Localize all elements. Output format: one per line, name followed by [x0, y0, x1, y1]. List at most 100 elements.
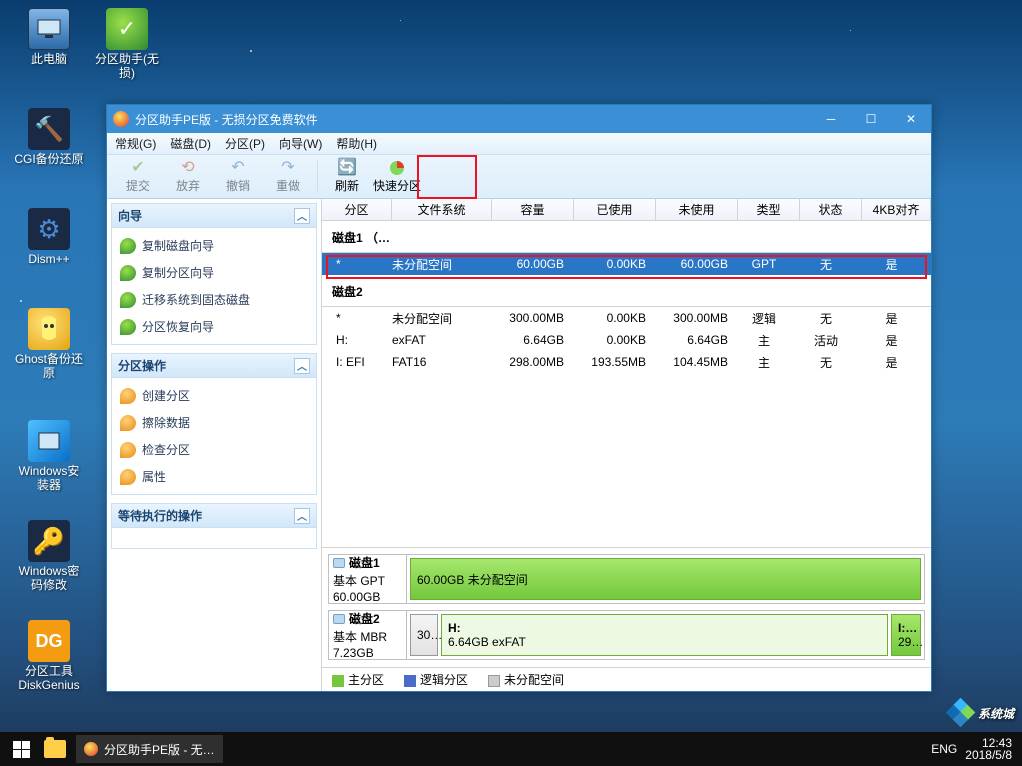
panel-wizard-header[interactable]: 向导︿ — [112, 204, 316, 228]
desktop-icon-dism[interactable]: ⚙Dism++ — [14, 208, 84, 266]
col-free[interactable]: 未使用 — [656, 199, 738, 220]
menu-general[interactable]: 常规(G) — [115, 135, 156, 152]
wizard-copy-partition[interactable]: 复制分区向导 — [114, 259, 314, 286]
wizard-copy-disk[interactable]: 复制磁盘向导 — [114, 232, 314, 259]
collapse-icon[interactable]: ︿ — [294, 508, 310, 524]
panel-pending-header[interactable]: 等待执行的操作︿ — [112, 504, 316, 528]
op-wipe-data[interactable]: 擦除数据 — [114, 409, 314, 436]
partition-block-unallocated[interactable]: 60.00GB 未分配空间 — [410, 558, 921, 600]
menu-help[interactable]: 帮助(H) — [336, 135, 377, 152]
toolbar-undo: ↶撤销 — [213, 158, 263, 196]
taskbar-file-explorer[interactable] — [38, 732, 72, 766]
panel-ops: 分区操作︿ 创建分区 擦除数据 检查分区 属性 — [111, 353, 317, 495]
shield-icon — [120, 388, 136, 404]
desktop-icon-label: 分区工具DiskGenius — [14, 664, 84, 692]
partition-block-i[interactable]: I:…29… — [891, 614, 921, 656]
tray-lang[interactable]: ENG — [931, 742, 957, 756]
partition-block[interactable]: 30… — [410, 614, 438, 656]
sidebar: 向导︿ 复制磁盘向导 复制分区向导 迁移系统到固态磁盘 分区恢复向导 分区操作︿… — [107, 199, 322, 691]
start-button[interactable] — [4, 732, 38, 766]
legend: 主分区 逻辑分区 未分配空间 — [322, 667, 931, 691]
table-row[interactable]: H:exFAT6.64GB0.00KB6.64GB主活动是 — [322, 329, 931, 351]
panel-wizard: 向导︿ 复制磁盘向导 复制分区向导 迁移系统到固态磁盘 分区恢复向导 — [111, 203, 317, 345]
op-properties[interactable]: 属性 — [114, 463, 314, 490]
tray: ENG 12:432018/5/8 — [931, 737, 1018, 761]
titlebar[interactable]: 分区助手PE版 - 无损分区免费软件 ─ ☐ ✕ — [107, 105, 931, 133]
disk-icon — [333, 558, 345, 568]
menubar: 常规(G) 磁盘(D) 分区(P) 向导(W) 帮助(H) — [107, 133, 931, 155]
legend-unalloc: 未分配空间 — [488, 671, 564, 688]
folder-icon — [44, 740, 66, 758]
desktop-icon-ghost[interactable]: Ghost备份还原 — [14, 308, 84, 380]
disk-visual-row[interactable]: 磁盘2 基本 MBR 7.23GB 30… H:6.64GB exFAT I:…… — [328, 610, 925, 660]
col-state[interactable]: 状态 — [800, 199, 862, 220]
shield-icon — [120, 469, 136, 485]
legend-logical: 逻辑分区 — [404, 671, 468, 688]
desktop-icon-winsetup[interactable]: Windows安装器 — [14, 420, 84, 492]
col-align[interactable]: 4KB对齐 — [862, 199, 931, 220]
window-title: 分区助手PE版 - 无损分区免费软件 — [135, 111, 811, 128]
check-icon: ✔ — [131, 160, 144, 176]
redo-icon: ↷ — [281, 160, 294, 176]
undo-icon: ↶ — [231, 160, 244, 176]
grid-body: 磁盘1 （… * 未分配空间 60.00GB 0.00KB 60.00GB GP… — [322, 221, 931, 547]
col-filesystem[interactable]: 文件系统 — [392, 199, 492, 220]
desktop-icon-partition-assistant[interactable]: ✓分区助手(无损) — [92, 8, 162, 80]
col-capacity[interactable]: 容量 — [492, 199, 574, 220]
desktop-icon-label: Dism++ — [14, 252, 84, 266]
partition-block-h[interactable]: H:6.64GB exFAT — [441, 614, 888, 656]
op-create-partition[interactable]: 创建分区 — [114, 382, 314, 409]
col-type[interactable]: 类型 — [738, 199, 800, 220]
taskbar: 分区助手PE版 - 无… ENG 12:432018/5/8 — [0, 732, 1022, 766]
shield-icon — [120, 238, 136, 254]
toolbar-refresh[interactable]: 🔄刷新 — [322, 158, 372, 196]
collapse-icon[interactable]: ︿ — [294, 208, 310, 224]
desktop-icon-diskgenius[interactable]: DG分区工具DiskGenius — [14, 620, 84, 692]
toolbar-redo: ↷重做 — [263, 158, 313, 196]
wizard-migrate-ssd[interactable]: 迁移系统到固态磁盘 — [114, 286, 314, 313]
desktop-icon-password[interactable]: 🔑Windows密码修改 — [14, 520, 84, 592]
desktop-icon-label: Ghost备份还原 — [14, 352, 84, 380]
menu-disk[interactable]: 磁盘(D) — [170, 135, 211, 152]
table-row[interactable]: *未分配空间300.00MB0.00KB300.00MB逻辑无是 — [322, 307, 931, 329]
disk1-header[interactable]: 磁盘1 （… — [322, 221, 931, 253]
col-partition[interactable]: 分区 — [322, 199, 392, 220]
maximize-button[interactable]: ☐ — [851, 105, 891, 133]
op-check-partition[interactable]: 检查分区 — [114, 436, 314, 463]
menu-partition[interactable]: 分区(P) — [225, 135, 265, 152]
taskbar-task[interactable]: 分区助手PE版 - 无… — [76, 735, 223, 763]
disk-visual-label: 磁盘1 基本 GPT 60.00GB — [329, 555, 407, 603]
shield-icon — [120, 415, 136, 431]
toolbar-quick-partition[interactable]: 快速分区 — [372, 158, 422, 196]
tray-clock[interactable]: 12:432018/5/8 — [965, 737, 1012, 761]
disk-icon — [333, 614, 345, 624]
desktop-icon-label: Windows密码修改 — [14, 564, 84, 592]
desktop-icon-label: Windows安装器 — [14, 464, 84, 492]
app-icon — [113, 111, 129, 127]
toolbar-discard: ⟲放弃 — [163, 158, 213, 196]
close-button[interactable]: ✕ — [891, 105, 931, 133]
collapse-icon[interactable]: ︿ — [294, 358, 310, 374]
minimize-button[interactable]: ─ — [811, 105, 851, 133]
desktop-icon-this-pc[interactable]: 此电脑 — [14, 8, 84, 66]
table-row[interactable]: * 未分配空间 60.00GB 0.00KB 60.00GB GPT 无 是 — [322, 253, 931, 275]
menu-wizard[interactable]: 向导(W) — [279, 135, 322, 152]
toolbar-commit: ✔提交 — [113, 158, 163, 196]
shield-icon — [120, 292, 136, 308]
disk-visual-row[interactable]: 磁盘1 基本 GPT 60.00GB 60.00GB 未分配空间 — [328, 554, 925, 604]
desktop-icon-cgi[interactable]: 🔨CGI备份还原 — [14, 108, 84, 166]
table-row[interactable]: I: EFIFAT16298.00MB193.55MB104.45MB主无是 — [322, 351, 931, 373]
wizard-recover-partition[interactable]: 分区恢复向导 — [114, 313, 314, 340]
windows-icon — [13, 741, 30, 758]
shield-icon — [120, 265, 136, 281]
disk2-header[interactable]: 磁盘2 — [322, 275, 931, 307]
main-panel: 分区 文件系统 容量 已使用 未使用 类型 状态 4KB对齐 磁盘1 （… * … — [322, 199, 931, 691]
desktop-icon-label: 此电脑 — [14, 52, 84, 66]
desktop-icon-label: 分区助手(无损) — [92, 52, 162, 80]
refresh-icon: 🔄 — [337, 160, 357, 176]
panel-ops-header[interactable]: 分区操作︿ — [112, 354, 316, 378]
col-used[interactable]: 已使用 — [574, 199, 656, 220]
desktop-icon-label: CGI备份还原 — [14, 152, 84, 166]
legend-primary: 主分区 — [332, 671, 384, 688]
app-window: 分区助手PE版 - 无损分区免费软件 ─ ☐ ✕ 常规(G) 磁盘(D) 分区(… — [106, 104, 932, 692]
